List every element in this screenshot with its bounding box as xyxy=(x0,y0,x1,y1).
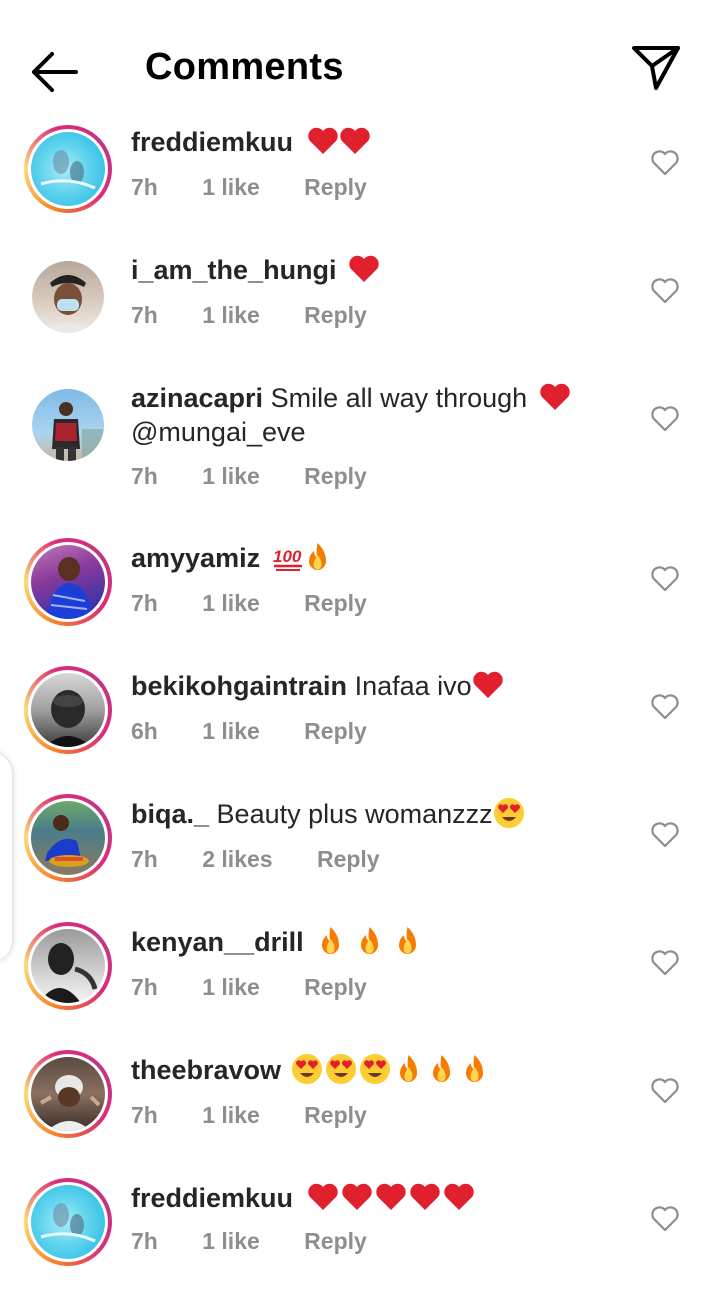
reply-button[interactable]: Reply xyxy=(317,846,380,873)
reply-button[interactable]: Reply xyxy=(304,1102,367,1129)
comment-item: freddiemkuu 7h 1 like Reply xyxy=(0,1177,720,1297)
like-heart-icon[interactable] xyxy=(650,1077,680,1105)
like-heart-icon[interactable] xyxy=(650,565,680,593)
side-panel-handle[interactable] xyxy=(0,752,12,962)
comment-likes[interactable]: 1 like xyxy=(202,1102,260,1129)
comment-mention[interactable]: @mungai_eve xyxy=(131,417,306,447)
red-heart-emoji xyxy=(540,383,570,410)
arrow-left-icon[interactable] xyxy=(28,48,84,92)
comment-likes[interactable]: 1 like xyxy=(202,302,260,329)
red-heart-emoji xyxy=(307,1183,338,1210)
send-icon[interactable] xyxy=(628,42,684,94)
like-heart-icon[interactable] xyxy=(650,821,680,849)
red-heart-emoji xyxy=(307,127,338,154)
comment-item: freddiemkuu 7h 1 like Reply xyxy=(0,121,720,241)
comment-item: kenyan__drill 7h 1 like Reply xyxy=(0,921,720,1041)
comment-likes[interactable]: 1 like xyxy=(202,1228,260,1255)
comment-time: 7h xyxy=(131,846,158,872)
comment-likes[interactable]: 2 likes xyxy=(202,846,272,873)
like-heart-icon[interactable] xyxy=(650,693,680,721)
avatar[interactable] xyxy=(24,666,112,754)
comment-item: i_am_the_hungi 7h 1 like Reply xyxy=(0,249,720,369)
comment-likes[interactable]: 1 like xyxy=(202,974,260,1001)
comment-likes[interactable]: 1 like xyxy=(202,174,260,201)
comment-username[interactable]: bekikohgaintrain xyxy=(131,671,347,701)
comment-username[interactable]: freddiemkuu xyxy=(131,1183,293,1213)
red-heart-emoji xyxy=(443,1183,474,1210)
reply-button[interactable]: Reply xyxy=(304,463,367,490)
like-heart-icon[interactable] xyxy=(650,1205,680,1233)
fire-emoji xyxy=(432,1055,450,1082)
comment-item: azinacapri Smile all way through @mungai… xyxy=(0,377,720,517)
red-heart-emoji xyxy=(472,671,503,698)
comment-username[interactable]: kenyan__drill xyxy=(131,927,304,957)
comment-username[interactable]: azinacapri xyxy=(131,383,263,413)
comment-time: 6h xyxy=(131,718,158,744)
comment-text: Inafaa ivo xyxy=(354,671,472,701)
comment-time: 7h xyxy=(131,1228,158,1254)
comment-time: 7h xyxy=(131,974,158,1000)
avatar[interactable] xyxy=(24,538,112,626)
reply-button[interactable]: Reply xyxy=(304,974,367,1001)
comment-time: 7h xyxy=(131,463,158,489)
comment-likes[interactable]: 1 like xyxy=(202,718,260,745)
fire-emoji xyxy=(308,543,326,570)
comment-item: biqa._ Beauty plus womanzzz 7h 2 likes R… xyxy=(0,793,720,913)
red-heart-emoji xyxy=(409,1183,440,1210)
red-heart-emoji xyxy=(375,1183,406,1210)
avatar[interactable] xyxy=(24,922,112,1010)
heart-eyes-emoji xyxy=(359,1054,390,1084)
fire-emoji xyxy=(465,1055,483,1082)
reply-button[interactable]: Reply xyxy=(304,174,367,201)
fire-emoji xyxy=(322,927,340,954)
avatar[interactable] xyxy=(24,125,112,213)
heart-eyes-emoji xyxy=(325,1054,356,1084)
fire-emoji xyxy=(399,1055,417,1082)
avatar[interactable] xyxy=(24,1050,112,1138)
comment-item: bekikohgaintrain Inafaa ivo 6h 1 like Re… xyxy=(0,665,720,785)
comment-time: 7h xyxy=(131,302,158,328)
comment-item: theebravow 7h 1 like Reply xyxy=(0,1049,720,1169)
comment-time: 7h xyxy=(131,1102,158,1128)
comment-time: 7h xyxy=(131,590,158,616)
like-heart-icon[interactable] xyxy=(650,149,680,177)
red-heart-emoji xyxy=(349,255,379,282)
comment-username[interactable]: biqa._ xyxy=(131,799,209,829)
comment-item: amyyamiz 100 7h 1 like Reply xyxy=(0,537,720,657)
comment-username[interactable]: i_am_the_hungi xyxy=(131,255,337,285)
comment-likes[interactable]: 1 like xyxy=(202,590,260,617)
comment-username[interactable]: theebravow xyxy=(131,1055,281,1085)
avatar[interactable] xyxy=(24,253,112,341)
reply-button[interactable]: Reply xyxy=(304,718,367,745)
heart-eyes-emoji xyxy=(291,1054,322,1084)
like-heart-icon[interactable] xyxy=(650,949,680,977)
heart-eyes-emoji xyxy=(493,798,524,828)
fire-emoji xyxy=(399,927,417,954)
reply-button[interactable]: Reply xyxy=(304,302,367,329)
red-heart-emoji xyxy=(341,1183,372,1210)
red-heart-emoji xyxy=(339,127,370,154)
avatar[interactable] xyxy=(24,794,112,882)
avatar[interactable] xyxy=(24,381,112,469)
header-bar: Comments xyxy=(0,0,720,122)
comment-username[interactable]: freddiemkuu xyxy=(131,127,293,157)
svg-text:100: 100 xyxy=(273,547,302,566)
hundred-points-emoji: 100 xyxy=(273,547,302,571)
reply-button[interactable]: Reply xyxy=(304,590,367,617)
reply-button[interactable]: Reply xyxy=(304,1228,367,1255)
comment-time: 7h xyxy=(131,174,158,200)
comment-likes[interactable]: 1 like xyxy=(202,463,260,490)
page-title: Comments xyxy=(145,46,344,88)
like-heart-icon[interactable] xyxy=(650,405,680,433)
comment-text: Beauty plus womanzzz xyxy=(216,799,493,829)
like-heart-icon[interactable] xyxy=(650,277,680,305)
fire-emoji xyxy=(360,927,378,954)
comment-text: Smile all way through xyxy=(270,383,528,413)
comment-username[interactable]: amyyamiz xyxy=(131,543,260,573)
